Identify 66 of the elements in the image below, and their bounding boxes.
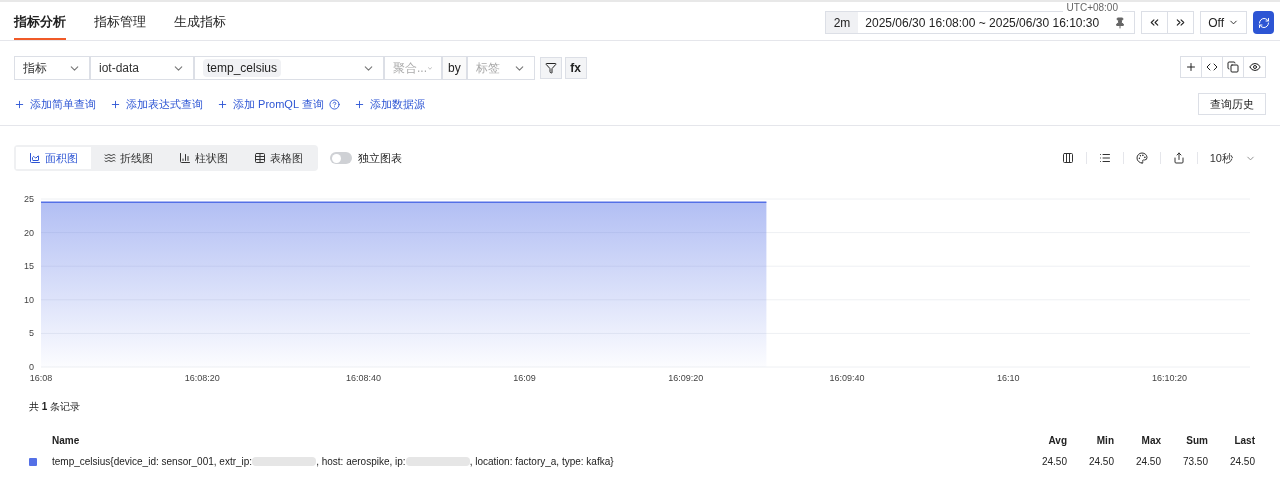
x-tick-label: 16:08:40 <box>345 373 381 383</box>
auto-refresh-dropdown[interactable]: Off <box>1200 11 1247 34</box>
palette-icon[interactable] <box>1135 152 1148 164</box>
column-header: Avg <box>1047 434 1067 448</box>
table-cell-text: 24.50 <box>1087 455 1114 469</box>
by-label: by <box>442 56 467 80</box>
add-query-link[interactable]: 添加 PromQL 查询 <box>233 95 324 113</box>
add-query-link[interactable]: 添加简单查询 <box>30 95 96 113</box>
y-tick-label: 15 <box>24 261 34 272</box>
y-tick-label: 20 <box>24 227 34 238</box>
refresh-button[interactable] <box>1253 11 1274 34</box>
table-cell-text: 24.50 <box>1040 455 1067 469</box>
column-header: Sum <box>1185 434 1208 448</box>
interval-dropdown[interactable]: 10秒 <box>1209 149 1256 167</box>
filter-icon <box>544 62 557 74</box>
timezone-label: UTC+08:00 <box>1062 3 1122 13</box>
export-icon[interactable] <box>1172 152 1185 164</box>
tab[interactable]: 生成指标 <box>174 12 226 40</box>
column-header: Name <box>52 434 81 448</box>
x-tick-label: 16:10:20 <box>1151 373 1187 383</box>
x-tick-label: 16:09:40 <box>829 373 865 383</box>
record-count: 共 1 条记录 <box>29 401 81 412</box>
table-cell-text: 73.50 <box>1181 455 1208 469</box>
filter-button[interactable] <box>539 57 562 79</box>
chart-type-tab[interactable]: 面积图 <box>16 147 91 169</box>
x-tick-label: 16:08 <box>29 373 53 383</box>
tab[interactable]: 指标管理 <box>94 12 146 40</box>
table-cell-text: 24.50 <box>1228 455 1255 469</box>
area-chart-icon <box>29 152 41 164</box>
chart-type-tab[interactable]: 表格图 <box>241 147 316 169</box>
y-tick-label: 25 <box>24 194 34 204</box>
x-tick-label: 16:09:20 <box>668 373 704 383</box>
y-tick-label: 0 <box>29 362 34 372</box>
y-tick-label: 5 <box>29 328 34 339</box>
bar-chart-icon <box>179 152 191 164</box>
data-source-select[interactable]: iot-data <box>90 56 194 80</box>
list-icon[interactable] <box>1098 152 1111 164</box>
plus-icon <box>217 98 228 110</box>
table-cell-text: 24.50 <box>1134 455 1161 469</box>
column-header: Max <box>1140 434 1161 448</box>
metric-select[interactable]: temp_celsius <box>194 56 384 80</box>
plus-icon <box>14 98 25 110</box>
query-history-button[interactable]: 查询历史 <box>1198 93 1266 115</box>
column-header: Last <box>1233 434 1255 448</box>
refresh-icon <box>1257 16 1270 29</box>
toggle-label: 独立图表 <box>358 150 402 166</box>
line-chart-icon <box>104 152 116 164</box>
series-name: temp_celsius{device_id: sensor_001, extr_ip: , host: aerospike, ip: , location: factory_a, type: kafka} <box>52 455 615 469</box>
columns-icon[interactable] <box>1061 152 1074 164</box>
query-type-select[interactable]: 指标 <box>14 56 90 80</box>
plus-icon <box>110 98 121 110</box>
add-query-link[interactable]: 添加数据源 <box>369 95 425 113</box>
help-icon[interactable] <box>328 98 340 110</box>
column-header: Min <box>1095 434 1114 448</box>
chart-type-tab[interactable]: 柱状图 <box>166 147 241 169</box>
x-tick-label: 16:10 <box>996 373 1020 383</box>
table-chart-icon <box>254 152 266 164</box>
plus-icon <box>353 98 365 110</box>
toggle-switch[interactable] <box>330 152 352 164</box>
chart-type-tab[interactable]: 折线图 <box>91 147 166 169</box>
function-button[interactable]: fx <box>564 57 587 79</box>
y-tick-label: 10 <box>24 294 34 305</box>
add-query-link[interactable]: 添加表达式查询 <box>126 95 203 113</box>
x-tick-label: 16:08:20 <box>184 373 220 383</box>
x-tick-label: 16:09 <box>513 373 536 383</box>
tab[interactable]: 指标分析 <box>14 12 66 40</box>
